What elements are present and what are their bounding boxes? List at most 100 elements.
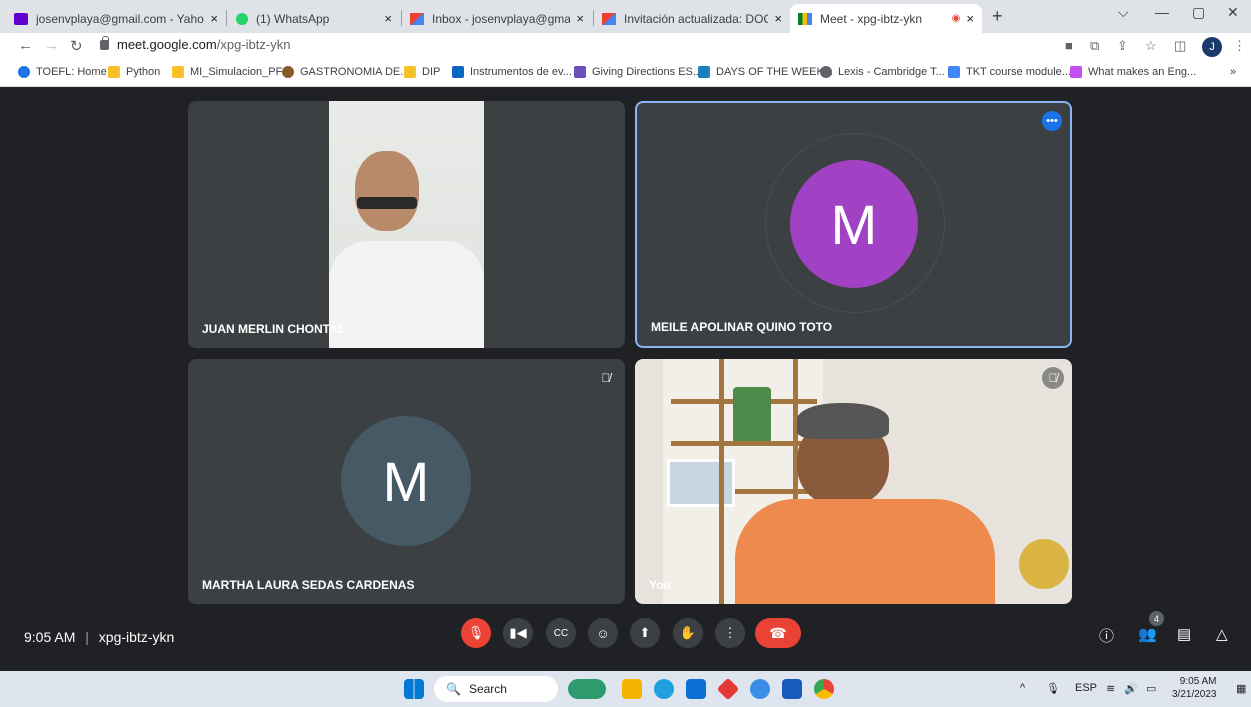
close-icon[interactable]: × <box>774 11 782 26</box>
tab-whatsapp[interactable]: (1) WhatsApp × <box>228 4 400 33</box>
bookmark-gastronomia[interactable]: GASTRONOMIA DE... <box>282 66 409 78</box>
more-options-icon[interactable]: ••• <box>1042 111 1062 131</box>
firefox-icon[interactable] <box>750 679 770 699</box>
meeting-time: 9:05 AM <box>24 629 76 645</box>
phone-hangup-icon: ☎ <box>769 624 787 641</box>
language-indicator[interactable]: ESP <box>1075 682 1097 694</box>
minimize-icon[interactable]: — <box>1155 4 1169 20</box>
taskbar-search[interactable]: 🔍 Search <box>434 676 558 702</box>
edge-icon[interactable] <box>654 679 674 699</box>
linkedin-icon <box>452 66 464 78</box>
bookmarks-overflow-icon[interactable]: » <box>1230 66 1236 78</box>
separator: | <box>85 629 89 645</box>
bookmark-label: MI_Simulacion_PF <box>190 66 283 78</box>
yahoo-mail-icon <box>14 12 28 25</box>
bookmark-toefl[interactable]: TOEFL: Home <box>18 66 107 78</box>
wifi-icon[interactable]: ≋ <box>1106 682 1115 695</box>
chrome-icon[interactable] <box>814 679 834 699</box>
search-icon: 🔍 <box>446 682 461 696</box>
back-arrow-icon[interactable]: ← <box>18 37 33 54</box>
isl-icon <box>698 66 710 78</box>
reload-icon[interactable]: ↻ <box>70 37 83 55</box>
self-view-tile[interactable]: 🎙̸ You <box>635 359 1072 604</box>
menu-kebab-icon[interactable]: ⋮ <box>1233 38 1246 54</box>
notifications-icon[interactable]: ▦ <box>1236 682 1246 695</box>
tab-divider <box>226 10 227 26</box>
bookmark-lexis[interactable]: Lexis - Cambridge T... <box>820 66 945 78</box>
bookmark-star-icon[interactable]: ☆ <box>1145 38 1157 54</box>
mic-off-button[interactable]: 🎙 <box>461 618 491 648</box>
bookmark-label: TKT course module... <box>966 66 1071 78</box>
side-panel-icon[interactable]: ◫ <box>1174 38 1186 54</box>
tab-meet[interactable]: Meet - xpg-ibtz-ykn ◉ × <box>790 4 982 33</box>
clock-date: 3/21/2023 <box>1172 689 1217 700</box>
camera-button[interactable]: ▮◀ <box>503 618 533 648</box>
forward-arrow-icon[interactable]: → <box>44 37 59 54</box>
bookmark-label: DAYS OF THE WEEK... <box>716 66 833 78</box>
bookmark-python[interactable]: Python <box>108 66 160 78</box>
window-close-icon[interactable]: ✕ <box>1227 4 1239 21</box>
translate-icon[interactable]: ⧉ <box>1090 38 1099 54</box>
bookmark-giving-directions[interactable]: Giving Directions ES... <box>574 66 702 78</box>
tab-title: Meet - xpg-ibtz-ykn <box>820 11 923 26</box>
activities-icon[interactable]: △ <box>1216 625 1228 643</box>
bookmark-instrumentos[interactable]: Instrumentos de ev... <box>452 66 572 78</box>
share-icon[interactable]: ⇪ <box>1117 38 1128 54</box>
browser-toolbar: ← → ↻ meet.google.com/xpg-ibtz-ykn ■ ⧉ ⇪… <box>0 33 1251 61</box>
bookmark-label: Instrumentos de ev... <box>470 66 572 78</box>
new-tab-button[interactable]: + <box>992 6 1003 27</box>
more-options-button[interactable]: ⋮ <box>715 618 745 648</box>
participant-tile[interactable]: JUAN MERLIN CHONTAL <box>188 101 625 348</box>
what-makes-icon <box>1070 66 1082 78</box>
bookmark-mi-simulacion[interactable]: MI_Simulacion_PF <box>172 66 282 78</box>
microsoft-store-icon[interactable] <box>686 679 706 699</box>
folder-icon <box>404 66 416 78</box>
participant-tile[interactable]: M 🎙̸ MARTHA LAURA SEDAS CARDENAS <box>188 359 625 604</box>
profile-avatar[interactable]: J <box>1202 37 1222 57</box>
close-icon[interactable]: × <box>576 11 584 26</box>
show-hidden-icons-icon[interactable]: ^ <box>1020 682 1025 694</box>
battery-icon[interactable]: ▭ <box>1146 682 1156 695</box>
cushion <box>1019 539 1069 589</box>
eyeglasses-icon <box>357 197 417 209</box>
maximize-icon[interactable]: ▢ <box>1192 4 1205 21</box>
reactions-button[interactable]: ☺ <box>588 618 618 648</box>
present-screen-button[interactable]: ⬆ <box>630 618 660 648</box>
microphone-tray-icon[interactable]: 🎙 <box>1046 682 1060 695</box>
file-explorer-icon[interactable] <box>622 679 642 699</box>
bookmarks-bar: TOEFL: Home Python MI_Simulacion_PF GAST… <box>0 61 1251 87</box>
participant-tile[interactable]: M ••• MEILE APOLINAR QUINO TOTO <box>635 101 1072 348</box>
emoji-icon: ☺ <box>596 625 610 641</box>
recycle-widget-icon[interactable] <box>568 679 606 699</box>
participant-name: MARTHA LAURA SEDAS CARDENAS <box>202 578 415 592</box>
bookmark-days-of-week[interactable]: DAYS OF THE WEEK... <box>698 66 833 78</box>
meeting-info-icon[interactable]: ⓘ <box>1099 625 1114 646</box>
tab-title: Invitación actualizada: DOCENTE <box>624 11 769 26</box>
bookmark-tkt[interactable]: TKT course module... <box>948 66 1071 78</box>
tab-gmail-invitation[interactable]: Invitación actualizada: DOCENTE × <box>594 4 790 33</box>
tab-yahoo-mail[interactable]: josenvplaya@gmail.com - Yahoo × <box>6 4 226 33</box>
address-bar[interactable]: meet.google.com/xpg-ibtz-ykn <box>100 35 290 52</box>
system-clock[interactable]: 9:05 AM 3/21/2023 <box>1172 675 1217 701</box>
chat-icon[interactable]: ▤ <box>1177 625 1191 643</box>
participant-name: MEILE APOLINAR QUINO TOTO <box>651 320 833 334</box>
leave-call-button[interactable]: ☎ <box>755 618 801 648</box>
tab-search-icon[interactable]: ⌵ <box>1118 4 1129 21</box>
search-label: Search <box>468 682 507 696</box>
app-diamond-icon[interactable] <box>716 677 740 701</box>
word-icon[interactable] <box>782 679 802 699</box>
close-icon[interactable]: × <box>384 11 392 26</box>
windows-start-icon[interactable] <box>404 679 424 699</box>
raise-hand-button[interactable]: ✋ <box>673 618 703 648</box>
close-icon[interactable]: × <box>210 11 218 26</box>
camera-in-use-icon[interactable]: ■ <box>1065 38 1073 53</box>
present-icon: ⬆ <box>639 625 651 640</box>
captions-button[interactable]: CC <box>546 618 576 648</box>
google-meet-icon <box>798 12 812 25</box>
bookmark-what-makes[interactable]: What makes an Eng... <box>1070 66 1196 78</box>
volume-icon[interactable]: 🔊 <box>1124 682 1138 695</box>
tab-gmail-inbox[interactable]: Inbox - josenvplaya@gmail.com × <box>402 4 592 33</box>
people-icon[interactable]: 👥 <box>1138 625 1157 643</box>
bookmark-dip[interactable]: DIP <box>404 66 440 78</box>
close-icon[interactable]: × <box>966 11 974 26</box>
